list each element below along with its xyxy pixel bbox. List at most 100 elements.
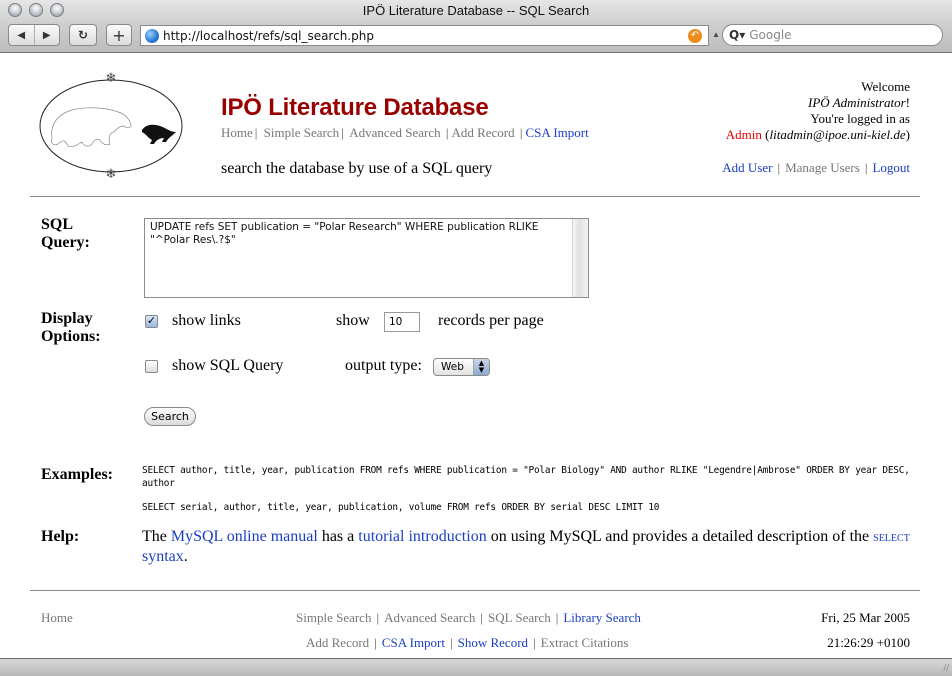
manage-users-link[interactable]: Manage Users (785, 160, 860, 175)
caret-up-icon: ▲ (712, 30, 720, 39)
window-title: IPÖ Literature Database -- SQL Search (362, 3, 590, 18)
user-role: Admin (725, 127, 762, 142)
nav-add-record[interactable]: Add Record (451, 125, 514, 140)
separator: | (777, 160, 781, 175)
sql-label-line1: SQL (41, 216, 74, 233)
user-navigation: Add User | Manage Users | Logout (722, 160, 910, 176)
logged-in-text: You're logged in as (810, 111, 910, 126)
browser-toolbar: IPÖ Literature Database -- SQL Search ◀ … (0, 0, 952, 53)
tutorial-link[interactable]: tutorial introduction (358, 528, 486, 545)
show-label: show (336, 312, 370, 329)
header-divider (30, 196, 920, 197)
footer-simple-search[interactable]: Simple Search (296, 610, 371, 625)
welcome-box: Welcome IPÖ Administrator! You're logged… (726, 79, 910, 143)
separator: | (480, 610, 484, 625)
footer-time: 21:26:29 +0100 (827, 635, 910, 650)
page-subtitle: search the database by use of a SQL quer… (221, 160, 493, 177)
show-links-label: show links (172, 312, 241, 329)
sql-label-line2: Query: (41, 234, 90, 251)
records-per-page-input[interactable] (384, 312, 420, 332)
display-options-label: Display Options: (41, 310, 101, 346)
records-per-page-label: records per page (438, 312, 544, 329)
examples-label: Examples: (41, 466, 113, 483)
separator: | (864, 160, 868, 175)
display-label-line2: Options: (41, 328, 101, 345)
updown-arrows-icon: ▲ ▼ (473, 359, 489, 375)
sql-query-label: SQL Query: (41, 216, 90, 252)
nav-advanced-search[interactable]: Advanced Search (349, 125, 440, 140)
forward-button[interactable]: ▶ (35, 30, 60, 41)
url-text[interactable]: http://localhost/refs/sql_search.php (163, 29, 688, 43)
select-syntax-link-part2[interactable]: syntax (142, 548, 184, 565)
help-text-4: . (183, 548, 188, 565)
add-bookmark-button[interactable]: + (106, 24, 132, 46)
help-text-1: The (142, 528, 171, 545)
separator: | (374, 635, 377, 650)
exclamation: ! (905, 95, 910, 110)
separator: | (445, 125, 449, 140)
separator: | (341, 125, 344, 140)
page-content: ❄ ❄ IPÖ Literature Database Home | Simple… (0, 54, 952, 658)
sql-query-textarea[interactable] (144, 218, 589, 298)
nav-simple-search[interactable]: Simple Search (264, 125, 339, 140)
snapback-icon[interactable]: ↶ (688, 28, 702, 43)
search-field[interactable]: Q▾ Google (722, 24, 943, 46)
globe-icon (145, 28, 159, 43)
resize-grip-icon[interactable]: // (943, 663, 949, 674)
paren-open: ( (761, 127, 770, 142)
paren-close: ) (905, 127, 910, 142)
output-type-select[interactable]: Web ▲ ▼ (433, 358, 490, 376)
polar-bear-penguin-logo-icon: ❄ ❄ (39, 70, 183, 181)
separator: | (376, 610, 380, 625)
separator: | (450, 635, 453, 650)
display-label-line1: Display (41, 310, 93, 327)
output-type-label: output type: (345, 357, 422, 374)
site-title: IPÖ Literature Database (221, 94, 489, 121)
footer-advanced-search[interactable]: Advanced Search (384, 610, 475, 625)
reload-button[interactable]: ↻ (69, 24, 97, 46)
top-navigation: Home | Simple Search | Advanced Search | Ad… (221, 125, 589, 141)
textarea-scrollbar[interactable] (572, 219, 588, 297)
back-forward-buttons: ◀ ▶ (8, 24, 60, 46)
footer-divider (30, 590, 920, 591)
footer-date: Fri, 25 Mar 2005 (821, 610, 910, 625)
footer-add-record[interactable]: Add Record (306, 635, 369, 650)
search-placeholder: Google (749, 28, 792, 42)
address-bar[interactable]: http://localhost/refs/sql_search.php ↶ (140, 25, 709, 46)
footer-nav-row1: Simple Search | Advanced Search | SQL Search… (296, 610, 641, 626)
example-query-1: SELECT author, title, year, publication … (142, 465, 910, 489)
select-syntax-link-part1[interactable]: SELECT (873, 533, 910, 544)
user-name: IPÖ Administrator (808, 95, 906, 110)
mysql-manual-link[interactable]: MySQL online manual (171, 528, 318, 545)
back-button[interactable]: ◀ (9, 30, 34, 41)
separator: | (519, 125, 523, 140)
user-email: litadmin@ipoe.uni-kiel.de (769, 127, 906, 142)
footer-library-search[interactable]: Library Search (563, 610, 641, 625)
show-sql-query-checkbox[interactable] (145, 360, 158, 373)
search-button[interactable]: Search (144, 407, 196, 426)
output-type-value: Web (441, 361, 464, 373)
footer-extract-citations[interactable]: Extract Citations (541, 635, 629, 650)
svg-text:❄: ❄ (106, 70, 117, 85)
nav-csa-import[interactable]: CSA Import (526, 125, 589, 140)
footer-sql-search[interactable]: SQL Search (488, 610, 551, 625)
nav-home[interactable]: Home (221, 125, 253, 140)
welcome-text: Welcome (861, 79, 910, 94)
footer-nav-row2: Add Record | CSA Import | Show Record | Extrac… (306, 635, 628, 651)
help-text: The MySQL online manual has a tutorial i… (142, 528, 912, 566)
logout-link[interactable]: Logout (872, 160, 910, 175)
help-text-3: on using MySQL and provides a detailed d… (486, 528, 874, 545)
footer-home-link[interactable]: Home (41, 610, 73, 626)
example-query-2: SELECT serial, author, title, year, publ… (142, 502, 660, 513)
add-user-link[interactable]: Add User (722, 160, 772, 175)
footer-csa-import[interactable]: CSA Import (382, 635, 445, 650)
separator: | (555, 610, 559, 625)
help-label: Help: (41, 528, 80, 545)
search-icon[interactable]: Q▾ (729, 28, 745, 42)
show-links-checkbox[interactable]: ✓ (145, 315, 158, 328)
help-text-2: has a (317, 528, 359, 545)
svg-text:❄: ❄ (106, 166, 117, 181)
browser-status-bar: // (0, 658, 952, 676)
separator: | (533, 635, 536, 650)
footer-show-record[interactable]: Show Record (458, 635, 528, 650)
